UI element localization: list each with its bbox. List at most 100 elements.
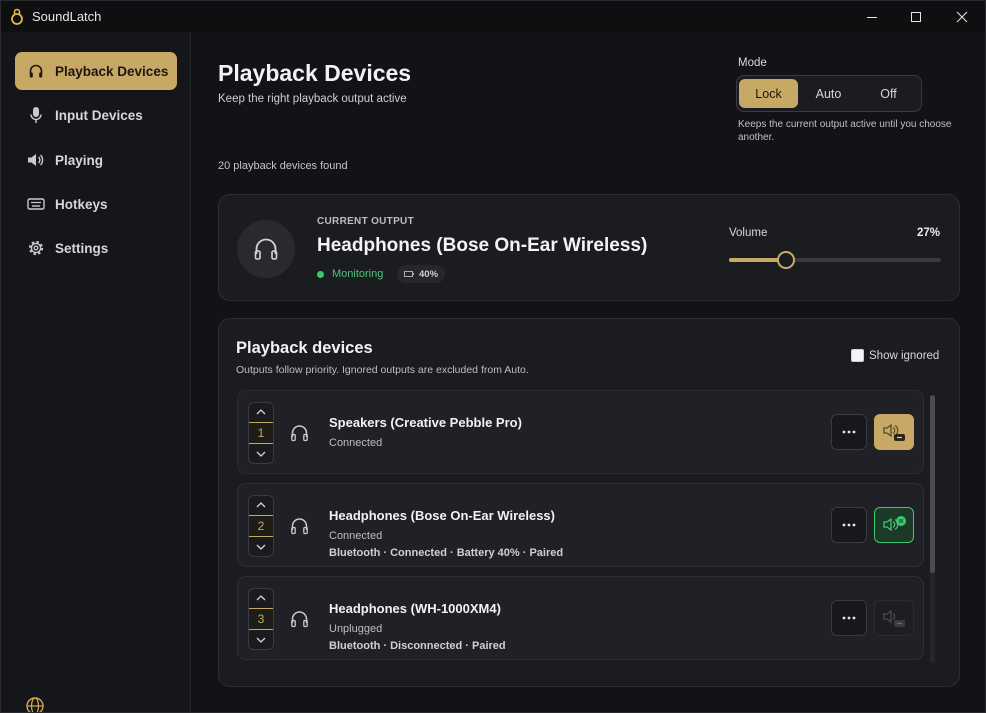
- headphones-icon: [254, 238, 278, 260]
- priority-number: 3: [249, 608, 273, 630]
- title-bar: SoundLatch: [1, 1, 985, 32]
- set-output-button[interactable]: [874, 414, 914, 450]
- status-text: Monitoring: [332, 268, 384, 280]
- main-content: Playback Devices Keep the right playback…: [192, 32, 985, 712]
- device-meta: Bluetooth · Connected · Battery 40% · Pa…: [329, 547, 564, 559]
- chevron-down-icon: [256, 451, 266, 457]
- sidebar-item-settings[interactable]: Settings: [15, 229, 177, 267]
- gear-icon: [27, 239, 45, 257]
- sidebar-item-label: Playing: [55, 152, 104, 168]
- more-options-button[interactable]: [831, 507, 867, 543]
- volume-slider[interactable]: [729, 251, 941, 269]
- devices-subtitle: Outputs follow priority. Ignored outputs…: [236, 364, 529, 376]
- priority-stepper: 2: [248, 495, 274, 557]
- sidebar-item-hotkeys[interactable]: Hotkeys: [15, 185, 177, 223]
- headphones-icon: [291, 518, 308, 535]
- maximize-icon: [911, 11, 921, 22]
- device-name: Headphones (Bose On-Ear Wireless): [329, 508, 555, 523]
- priority-up-button[interactable]: [249, 589, 273, 607]
- battery-value: 40%: [419, 268, 439, 280]
- device-name: Speakers (Creative Pebble Pro): [329, 415, 522, 430]
- mode-lock-button[interactable]: Lock: [739, 79, 798, 108]
- priority-down-button[interactable]: [249, 445, 273, 463]
- chevron-down-icon: [256, 544, 266, 550]
- volume-value: 27%: [917, 227, 941, 239]
- device-state: Connected: [329, 437, 383, 449]
- show-ignored-checkbox[interactable]: [851, 349, 864, 362]
- headphones-icon: [27, 62, 45, 80]
- headphones-icon: [291, 425, 308, 442]
- ellipsis-icon: [842, 616, 856, 620]
- mode-segmented-control: Lock Auto Off: [736, 75, 922, 112]
- list-scrollbar[interactable]: [930, 395, 935, 663]
- speaker-lock-icon: [883, 423, 905, 441]
- chevron-up-icon: [256, 409, 266, 415]
- monitoring-status: Monitoring: [317, 268, 383, 280]
- sidebar: Playback Devices Input Devices Playing H…: [1, 32, 191, 713]
- battery-badge: 40%: [397, 265, 446, 283]
- chevron-up-icon: [256, 502, 266, 508]
- current-output-card: CURRENT OUTPUT Headphones (Bose On-Ear W…: [218, 194, 960, 301]
- priority-down-button[interactable]: [249, 631, 273, 649]
- priority-stepper: 3: [248, 588, 274, 650]
- scrollbar-thumb[interactable]: [930, 395, 935, 573]
- ellipsis-icon: [842, 523, 856, 527]
- chevron-up-icon: [256, 595, 266, 601]
- sidebar-item-label: Playback Devices: [55, 63, 169, 79]
- battery-icon: [404, 271, 414, 277]
- app-window: SoundLatch Playback Devices Input Device…: [0, 0, 986, 713]
- speaker-active-icon: [883, 516, 906, 532]
- keyboard-icon: [27, 195, 45, 213]
- device-row[interactable]: 3 Headphones (WH-1000XM4) Unplugged Blue…: [237, 576, 924, 660]
- sidebar-item-playback-devices[interactable]: Playback Devices: [15, 52, 177, 90]
- mode-auto-button[interactable]: Auto: [799, 79, 858, 108]
- devices-title: Playback devices: [236, 339, 373, 357]
- mode-off-button[interactable]: Off: [859, 79, 918, 108]
- ellipsis-icon: [842, 430, 856, 434]
- maximize-button[interactable]: [893, 1, 939, 32]
- current-output-name: Headphones (Bose On-Ear Wireless): [317, 235, 648, 256]
- device-name: Headphones (WH-1000XM4): [329, 601, 501, 616]
- volume-thumb[interactable]: [777, 251, 796, 269]
- more-options-button[interactable]: [831, 600, 867, 636]
- current-output-avatar: [237, 220, 295, 278]
- more-options-button[interactable]: [831, 414, 867, 450]
- mode-description: Keeps the current output active until yo…: [738, 119, 952, 143]
- minimize-button[interactable]: [849, 1, 895, 32]
- sidebar-item-playing[interactable]: Playing: [15, 141, 177, 179]
- priority-up-button[interactable]: [249, 403, 273, 421]
- chevron-down-icon: [256, 637, 266, 643]
- app-logo-icon: [11, 8, 23, 25]
- sidebar-item-label: Input Devices: [55, 107, 143, 123]
- close-button[interactable]: [939, 1, 985, 32]
- device-count: 20 playback devices found: [218, 160, 348, 172]
- app-title: SoundLatch: [32, 9, 102, 24]
- page-title: Playback Devices: [218, 60, 412, 86]
- volume-label: Volume: [729, 227, 768, 239]
- device-state: Connected: [329, 530, 383, 542]
- sidebar-item-input-devices[interactable]: Input Devices: [15, 96, 177, 134]
- globe-icon[interactable]: [25, 696, 45, 713]
- priority-number: 2: [249, 515, 273, 537]
- sidebar-item-label: Hotkeys: [55, 196, 108, 212]
- device-row[interactable]: 2 Headphones (Bose On-Ear Wireless) Conn…: [237, 483, 924, 567]
- microphone-icon: [27, 106, 45, 124]
- active-output-button[interactable]: [874, 507, 914, 543]
- sidebar-item-label: Settings: [55, 240, 109, 256]
- speaker-lock-icon: [883, 609, 905, 627]
- set-output-button-disabled[interactable]: [874, 600, 914, 636]
- close-icon: [956, 11, 968, 22]
- show-ignored-label: Show ignored: [869, 349, 940, 362]
- mode-label: Mode: [738, 57, 767, 69]
- priority-up-button[interactable]: [249, 496, 273, 514]
- speaker-icon: [27, 151, 45, 169]
- device-row[interactable]: 1 Speakers (Creative Pebble Pro) Connect…: [237, 390, 924, 474]
- playback-devices-card: Playback devices Outputs follow priority…: [218, 318, 960, 687]
- show-ignored-toggle[interactable]: Show ignored: [851, 349, 939, 362]
- priority-down-button[interactable]: [249, 538, 273, 556]
- priority-number: 1: [249, 422, 273, 444]
- headphones-icon: [291, 611, 308, 628]
- device-state: Unplugged: [329, 623, 383, 635]
- minimize-icon: [867, 16, 877, 18]
- current-output-label: CURRENT OUTPUT: [317, 216, 414, 227]
